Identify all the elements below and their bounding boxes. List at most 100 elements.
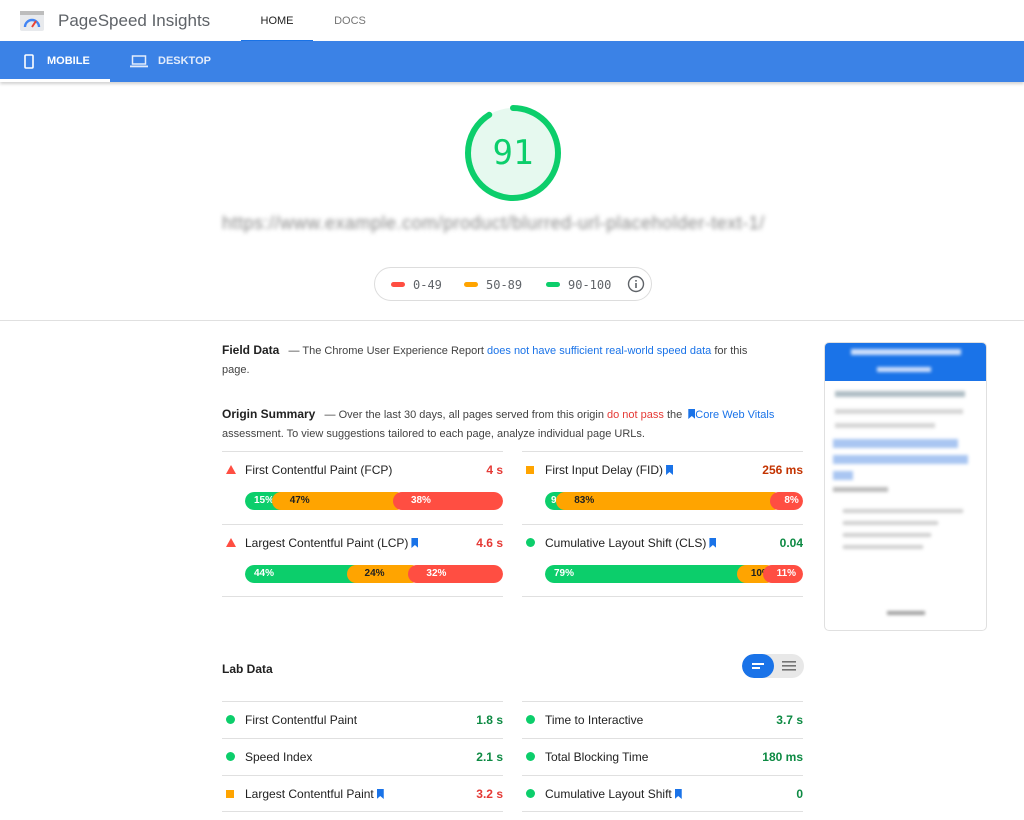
active-tab-indicator [0, 79, 110, 82]
metric-value: 4.6 s [476, 536, 503, 550]
field-data-title: Field Data [222, 343, 280, 357]
metric-value: 256 ms [762, 463, 803, 477]
origin-metric-row: Cumulative Layout Shift (CLS) 0.04 79% 10% 1… [522, 524, 803, 597]
metric-label-text: Total Blocking Time [545, 750, 649, 764]
origin-summary-text-mid: the [666, 409, 683, 421]
row-divider [222, 738, 503, 739]
origin-summary-text: — Over the last 30 days, all pages serve… [324, 409, 604, 421]
distribution-good-segment: 79% [545, 565, 749, 583]
tab-home[interactable]: HOME [241, 0, 313, 42]
distribution-bar: 44% 24% 32% [245, 565, 503, 583]
metric-label: Time to Interactive [545, 713, 643, 727]
row-divider [522, 451, 803, 452]
performance-score-value: 91 [492, 133, 534, 173]
thumbnail-content-blur [835, 409, 963, 414]
metric-label: First Input Delay (FID) [545, 463, 674, 477]
lab-metric-row: Time to Interactive 3.7 s [522, 701, 803, 737]
row-divider [222, 524, 503, 525]
tab-mobile[interactable]: MOBILE [0, 41, 110, 82]
metric-label-text: First Contentful Paint (FCP) [245, 463, 393, 477]
origin-metric-row: First Contentful Paint (FCP) 4 s 15% 47% 38% [222, 451, 503, 524]
tab-desktop[interactable]: DESKTOP [130, 41, 230, 82]
lab-metric-row: Largest Contentful Paint 3.2 s [222, 775, 503, 811]
thumbnail-header-blur [877, 367, 931, 372]
page-screenshot-thumbnail [824, 342, 987, 631]
metric-value: 4 s [486, 463, 503, 477]
origin-metric-row: First Input Delay (FID) 256 ms 9%83%8% [522, 451, 803, 524]
metric-value: 3.2 s [476, 787, 503, 801]
distribution-poor-segment: 8% [770, 492, 803, 510]
compact-view-icon [752, 663, 764, 669]
field-data-link[interactable]: does not have sufficient real-world spee… [487, 345, 711, 357]
bookmark-icon [674, 789, 682, 799]
metrics-bottom-line [522, 596, 803, 597]
metrics-view-toggle[interactable] [742, 654, 804, 678]
origin-summary-title: Origin Summary [222, 407, 316, 421]
fail-triangle-icon [226, 538, 236, 547]
distribution-average-segment: 47% [271, 492, 405, 510]
metric-label: Total Blocking Time [545, 750, 648, 764]
pass-circle-icon [226, 752, 235, 761]
thumbnail-header-blur [851, 349, 961, 355]
bookmark-icon [688, 409, 696, 419]
pass-circle-icon [226, 715, 235, 724]
metric-value: 0.04 [779, 536, 803, 550]
distribution-poor-segment: 38% [392, 492, 503, 510]
metrics-bottom-line [222, 596, 503, 597]
tab-docs[interactable]: DOCS [313, 0, 387, 42]
origin-summary-status: do not pass [607, 409, 664, 421]
metric-label: First Contentful Paint (FCP) [245, 463, 392, 477]
fail-triangle-icon [226, 465, 236, 474]
legend-fail-swatch [391, 282, 405, 287]
thumbnail-content-blur [843, 509, 963, 513]
lab-metric-row: First Contentful Paint 1.8 s [222, 701, 503, 737]
core-web-vitals-link[interactable]: Core Web Vitals [695, 409, 774, 421]
thumbnail-content-blur [835, 391, 965, 397]
score-legend: 0-49 50-89 90-100 [374, 267, 652, 301]
row-divider [222, 775, 503, 776]
origin-metric-row: Largest Contentful Paint (LCP) 4.6 s 44% 24… [222, 524, 503, 597]
metric-label: Cumulative Layout Shift (CLS) [545, 536, 717, 550]
info-icon[interactable] [627, 275, 645, 293]
lab-data-title: Lab Data [222, 662, 273, 676]
bookmark-icon [709, 538, 717, 548]
thumbnail-content-blur [887, 611, 925, 615]
distribution-bar: 79% 10% 11% [545, 565, 803, 583]
metric-label: Cumulative Layout Shift [545, 787, 682, 801]
laptop-icon [130, 55, 148, 68]
device-tab-bar: MOBILE DESKTOP [0, 41, 1024, 82]
top-header: PageSpeed Insights HOME DOCS [0, 0, 1024, 42]
metric-label-text: Largest Contentful Paint (LCP) [245, 536, 409, 550]
metric-label: First Contentful Paint [245, 713, 357, 727]
row-divider [522, 738, 803, 739]
thumbnail-header [825, 343, 986, 381]
metric-label-text: Cumulative Layout Shift (CLS) [545, 536, 707, 550]
row-divider [522, 701, 803, 702]
tab-mobile-label: MOBILE [47, 55, 90, 67]
field-data-text: — The Chrome User Experience Report [288, 345, 484, 357]
metric-value: 2.1 s [476, 750, 503, 764]
metric-label-text: Speed Index [245, 750, 313, 764]
row-divider [222, 451, 503, 452]
row-divider [522, 524, 803, 525]
metric-label-text: First Input Delay (FID) [545, 463, 664, 477]
legend-pass-swatch [546, 282, 560, 287]
distribution-poor-segment: 11% [762, 565, 803, 583]
lab-bottom-line [222, 811, 503, 812]
metric-value: 1.8 s [476, 713, 503, 727]
metric-value: 180 ms [762, 750, 803, 764]
section-divider [0, 320, 1024, 321]
thumbnail-content-blur [843, 533, 931, 537]
toggle-list-view-active[interactable] [742, 654, 774, 678]
legend-average: 50-89 [464, 278, 522, 292]
legend-average-label: 50-89 [486, 278, 523, 292]
lab-metric-row: Speed Index 2.1 s [222, 738, 503, 774]
analyzed-url-blurred: https://www.example.com/product/blurred-… [222, 213, 765, 233]
distribution-average-segment: 83% [556, 492, 783, 510]
thumbnail-content-blur [833, 455, 968, 464]
phone-icon [24, 54, 34, 69]
expanded-view-icon[interactable] [774, 654, 804, 678]
field-data-section: Field Data — The Chrome User Experience … [222, 341, 762, 380]
legend-pass: 90-100 [546, 278, 611, 292]
metric-label-text: Cumulative Layout Shift [545, 787, 672, 801]
